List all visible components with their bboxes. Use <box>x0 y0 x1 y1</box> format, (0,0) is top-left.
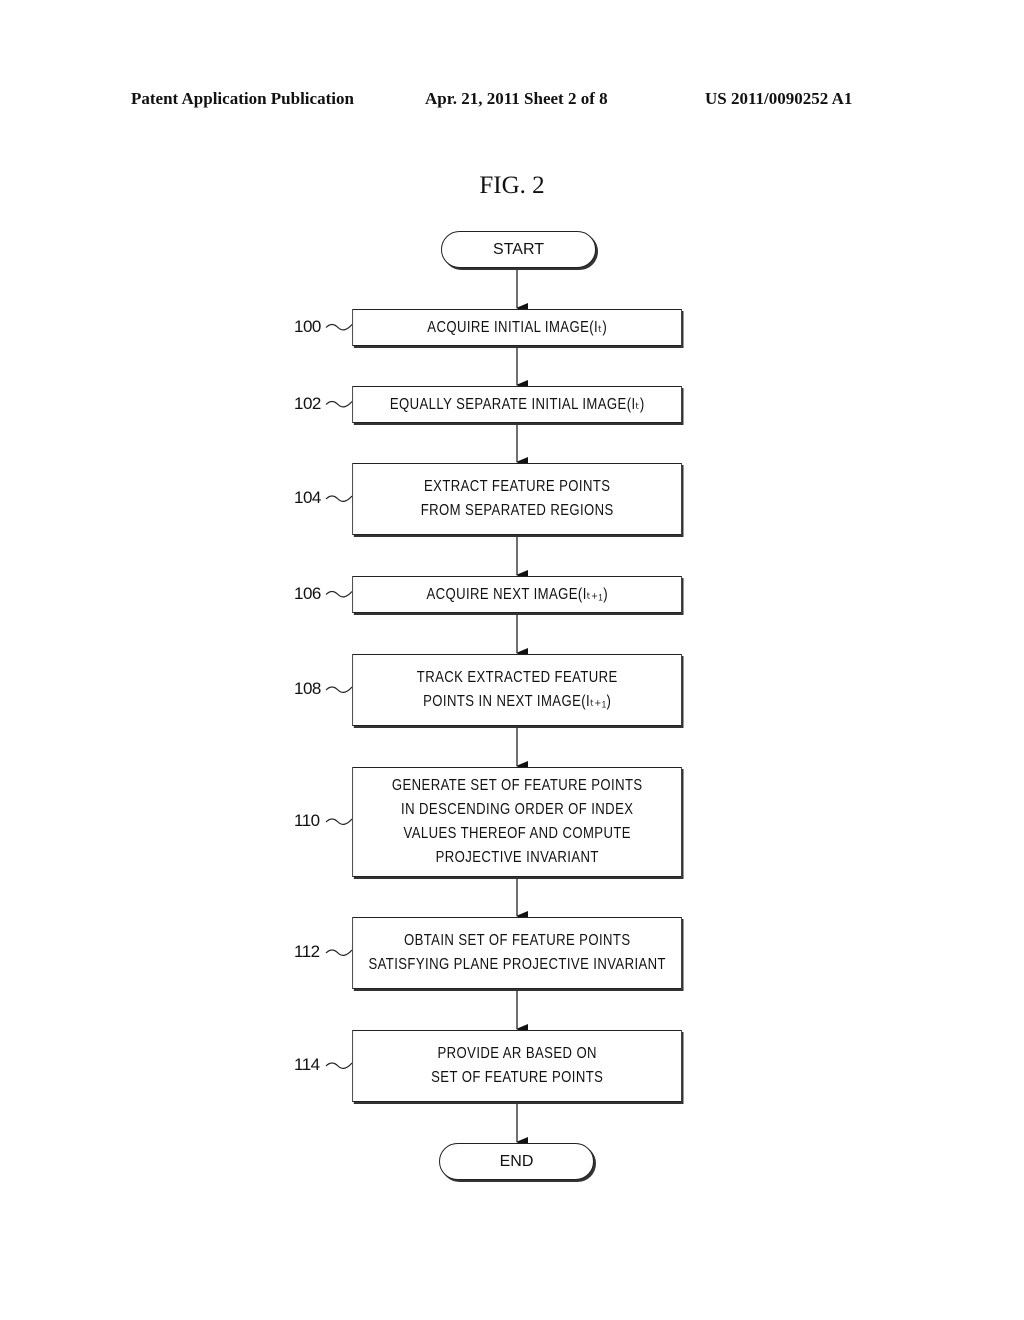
process-step-108: TRACK EXTRACTED FEATURE POINTS IN NEXT IM… <box>351 654 682 726</box>
end-terminal: END <box>439 1143 594 1180</box>
process-step-100: ACQUIRE INITIAL IMAGE(Iₜ) <box>351 309 682 346</box>
reference-numeral: 112 <box>294 942 320 961</box>
step-text-line: SATISFYING PLANE PROJECTIVE INVARIANT <box>368 956 666 973</box>
process-step-112: OBTAIN SET OF FEATURE POINTS SATISFYING P… <box>351 917 682 989</box>
leader-line <box>325 590 353 598</box>
leader-line <box>325 818 353 825</box>
leader-line <box>325 495 353 502</box>
step-text-line: ACQUIRE INITIAL IMAGE(Iₜ) <box>426 318 607 336</box>
step-text-line: FROM SEPARATED REGIONS <box>420 502 614 519</box>
step-text-line: GENERATE SET OF FEATURE POINTS <box>391 777 643 794</box>
leader-line <box>325 949 353 956</box>
step-text-line: PROJECTIVE INVARIANT <box>435 849 599 866</box>
step-text-line: IN DESCENDING ORDER OF INDEX <box>400 801 634 818</box>
step-text-line: OBTAIN SET OF FEATURE POINTS <box>403 932 631 949</box>
step-text-line: POINTS IN NEXT IMAGE(Iₜ₊₁) <box>422 693 612 710</box>
start-label: START <box>493 240 544 258</box>
reference-numeral: 106 <box>294 583 321 603</box>
process-step-104: EXTRACT FEATURE POINTS FROM SEPARATED REG… <box>351 463 682 535</box>
step-text-line: SET OF FEATURE POINTS <box>430 1069 603 1086</box>
reference-numeral: 108 <box>294 679 321 698</box>
process-step-102: EQUALLY SEPARATE INITIAL IMAGE(Iₜ) <box>351 386 682 423</box>
leader-line <box>325 323 353 331</box>
leader-line <box>325 400 353 408</box>
reference-numeral: 104 <box>294 488 321 507</box>
step-text-line: ACQUIRE NEXT IMAGE(Iₜ₊₁) <box>426 585 608 603</box>
process-step-114: PROVIDE AR BASED ON SET OF FEATURE POINTS <box>351 1030 682 1102</box>
step-text-line: EQUALLY SEPARATE INITIAL IMAGE(Iₜ) <box>389 395 645 413</box>
step-text-line: EXTRACT FEATURE POINTS <box>423 478 611 495</box>
start-terminal: START <box>441 231 596 268</box>
step-text-line: VALUES THEREOF AND COMPUTE <box>403 825 631 842</box>
process-step-110: GENERATE SET OF FEATURE POINTS IN DESCEND… <box>351 767 682 877</box>
step-text-line: PROVIDE AR BASED ON <box>437 1045 597 1062</box>
reference-numeral: 114 <box>294 1055 320 1074</box>
process-step-106: ACQUIRE NEXT IMAGE(Iₜ₊₁) <box>351 576 682 613</box>
reference-numeral: 110 <box>294 811 320 830</box>
leader-line <box>325 686 353 693</box>
reference-numeral: 100 <box>294 316 321 336</box>
reference-numeral: 102 <box>294 393 321 413</box>
leader-line <box>325 1062 353 1069</box>
step-text-line: TRACK EXTRACTED FEATURE <box>416 669 618 686</box>
end-label: END <box>499 1152 534 1170</box>
